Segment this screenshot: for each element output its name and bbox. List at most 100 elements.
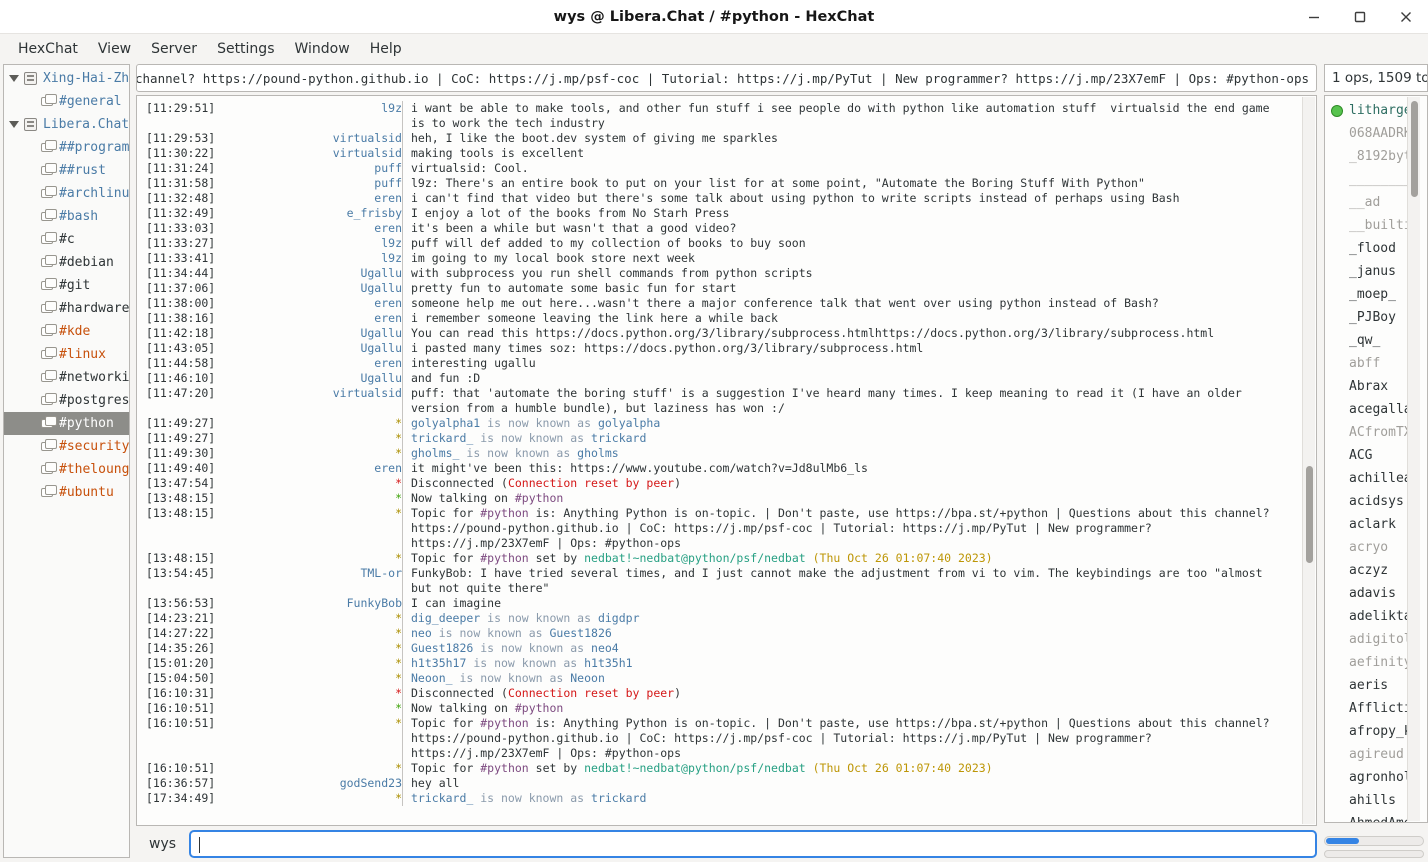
nick: Ugallu <box>360 326 402 341</box>
timestamp: [11:49:27] <box>146 431 215 446</box>
userlist-item[interactable]: _qw_ <box>1325 329 1407 352</box>
menu-item-settings[interactable]: Settings <box>207 38 284 60</box>
chat-scrollbar-thumb[interactable] <box>1306 466 1313 563</box>
tree-channel-row[interactable]: #general <box>4 90 129 113</box>
tree-channel-row[interactable]: #c <box>4 228 129 251</box>
tree-server-row[interactable]: Xing-Hai-Zhan <box>4 67 129 90</box>
tree-channel-row[interactable]: #linux <box>4 343 129 366</box>
userlist-item[interactable]: litharge <box>1325 99 1407 122</box>
userlist-item[interactable]: aefinity <box>1325 651 1407 674</box>
nick: Ugallu <box>360 371 402 386</box>
userlist-item[interactable]: _________ <box>1325 168 1407 191</box>
userlist-item[interactable]: adeliktas <box>1325 605 1407 628</box>
userlist-nick: acryo <box>1349 540 1388 555</box>
tree-channel-label: #general <box>59 94 122 109</box>
userlist-item[interactable]: ACfromTX <box>1325 421 1407 444</box>
nick: Ugallu <box>360 266 402 281</box>
userlist-item[interactable]: acryo <box>1325 536 1407 559</box>
tree-channel-row[interactable]: #bash <box>4 205 129 228</box>
message-input[interactable] <box>189 830 1317 858</box>
chat-scrollbar[interactable] <box>1302 97 1315 824</box>
channel-icon <box>41 350 53 359</box>
userlist-item[interactable]: Afflictio <box>1325 697 1407 720</box>
tree-channel-row[interactable]: #networking <box>4 366 129 389</box>
userlist-item[interactable]: __ad <box>1325 191 1407 214</box>
menu-item-hexchat[interactable]: HexChat <box>8 38 88 60</box>
chat-row-meta: [11:32:49]e_frisby <box>146 206 402 221</box>
userlist-item[interactable]: _janus <box>1325 260 1407 283</box>
chat-row-meta: [11:49:27]* <box>146 431 402 446</box>
userlist-item[interactable]: afropy_ke <box>1325 720 1407 743</box>
userlist-nick: agronholm <box>1349 770 1407 785</box>
userlist-item[interactable]: agireud <box>1325 743 1407 766</box>
userlist-item[interactable]: 068AADRKN <box>1325 122 1407 145</box>
close-button[interactable] <box>1394 5 1418 29</box>
chat-row-meta: [11:37:06]Ugallu <box>146 281 402 296</box>
userlist-item[interactable]: adigitole <box>1325 628 1407 651</box>
userlist-nick: _qw_ <box>1349 333 1380 348</box>
message-text: Topic for #python set by nedbat!~nedbat@… <box>402 551 1286 566</box>
tree-channel-row[interactable]: #python <box>4 412 129 435</box>
tree-channel-label: #kde <box>59 324 90 339</box>
tree-channel-row[interactable]: #git <box>4 274 129 297</box>
userlist-item[interactable]: ACG <box>1325 444 1407 467</box>
minimize-button[interactable] <box>1302 5 1326 29</box>
chat-row: [11:44:58]ereninteresting ugallu <box>146 356 1286 371</box>
menu-item-server[interactable]: Server <box>141 38 207 60</box>
tree-channel-row[interactable]: #thelounge <box>4 458 129 481</box>
userlist-item[interactable]: ahills <box>1325 789 1407 812</box>
userlist-item[interactable]: _moep_ <box>1325 283 1407 306</box>
message-segment: #python <box>515 491 563 505</box>
tree-channel-row[interactable]: ##programming <box>4 136 129 159</box>
tree-channel-row[interactable]: ##rust <box>4 159 129 182</box>
userlist-item[interactable]: __builtin <box>1325 214 1407 237</box>
userlist-item[interactable]: Abrax <box>1325 375 1407 398</box>
userlist-item[interactable]: agronholm <box>1325 766 1407 789</box>
userlist-item[interactable]: aclark <box>1325 513 1407 536</box>
userlist-item[interactable]: AhmedAmer <box>1325 812 1407 823</box>
timestamp: [11:30:22] <box>146 146 215 161</box>
userlist-item[interactable]: aeris <box>1325 674 1407 697</box>
tree-channel-row[interactable]: #security <box>4 435 129 458</box>
expander-icon[interactable] <box>9 121 19 128</box>
userlist-item[interactable]: adavis <box>1325 582 1407 605</box>
menu-item-help[interactable]: Help <box>360 38 412 60</box>
message-text: heh, I like the boot.dev system of givin… <box>402 131 1286 146</box>
userlist-scrollbar-thumb[interactable] <box>1411 101 1418 197</box>
tree-channel-row[interactable]: #kde <box>4 320 129 343</box>
userlist-item[interactable]: aczyz <box>1325 559 1407 582</box>
tree-channel-row[interactable]: #archlinux <box>4 182 129 205</box>
userlist-nick: AhmedAmer <box>1349 816 1407 823</box>
tree-server-row[interactable]: Libera.Chat <box>4 113 129 136</box>
message-text: hey all <box>402 776 1286 791</box>
timestamp: [13:48:15] <box>146 491 215 506</box>
message-text: gholms_ is now known as gholms <box>402 446 1286 461</box>
userlist-nick: adavis <box>1349 586 1396 601</box>
menu-item-window[interactable]: Window <box>284 38 359 60</box>
nick: puff <box>374 161 402 176</box>
tree-channel-label: #c <box>59 232 75 247</box>
chat-row: [11:46:10]Ugalluand fun :D <box>146 371 1286 386</box>
tree-channel-row[interactable]: #hardware <box>4 297 129 320</box>
channel-icon <box>41 396 53 405</box>
expander-icon[interactable] <box>9 75 19 82</box>
userlist-item[interactable]: _PJBoy <box>1325 306 1407 329</box>
message-segment: it's been a while but wasn't that a good… <box>411 221 736 235</box>
topic-input[interactable]: about this channel? https://pound-python… <box>136 64 1317 92</box>
tree-channel-row[interactable]: #debian <box>4 251 129 274</box>
userlist-item[interactable]: _flood <box>1325 237 1407 260</box>
userlist-item[interactable]: acidsys <box>1325 490 1407 513</box>
userlist-nick: _janus <box>1349 264 1396 279</box>
chat-row: [14:35:26]*Guest1826 is now known as neo… <box>146 641 1286 656</box>
menu-item-view[interactable]: View <box>88 38 141 60</box>
userlist-item[interactable]: _8192byte <box>1325 145 1407 168</box>
userlist-item[interactable]: acegalla- <box>1325 398 1407 421</box>
message-segment: someone help me out here...wasn't there … <box>411 296 1159 310</box>
maximize-button[interactable] <box>1348 5 1372 29</box>
channel-icon <box>41 212 53 221</box>
tree-channel-row[interactable]: #postgresql <box>4 389 129 412</box>
userlist-item[interactable]: achilleas <box>1325 467 1407 490</box>
userlist-item[interactable]: abff <box>1325 352 1407 375</box>
userlist-scrollbar[interactable] <box>1407 97 1420 821</box>
tree-channel-row[interactable]: #ubuntu <box>4 481 129 504</box>
